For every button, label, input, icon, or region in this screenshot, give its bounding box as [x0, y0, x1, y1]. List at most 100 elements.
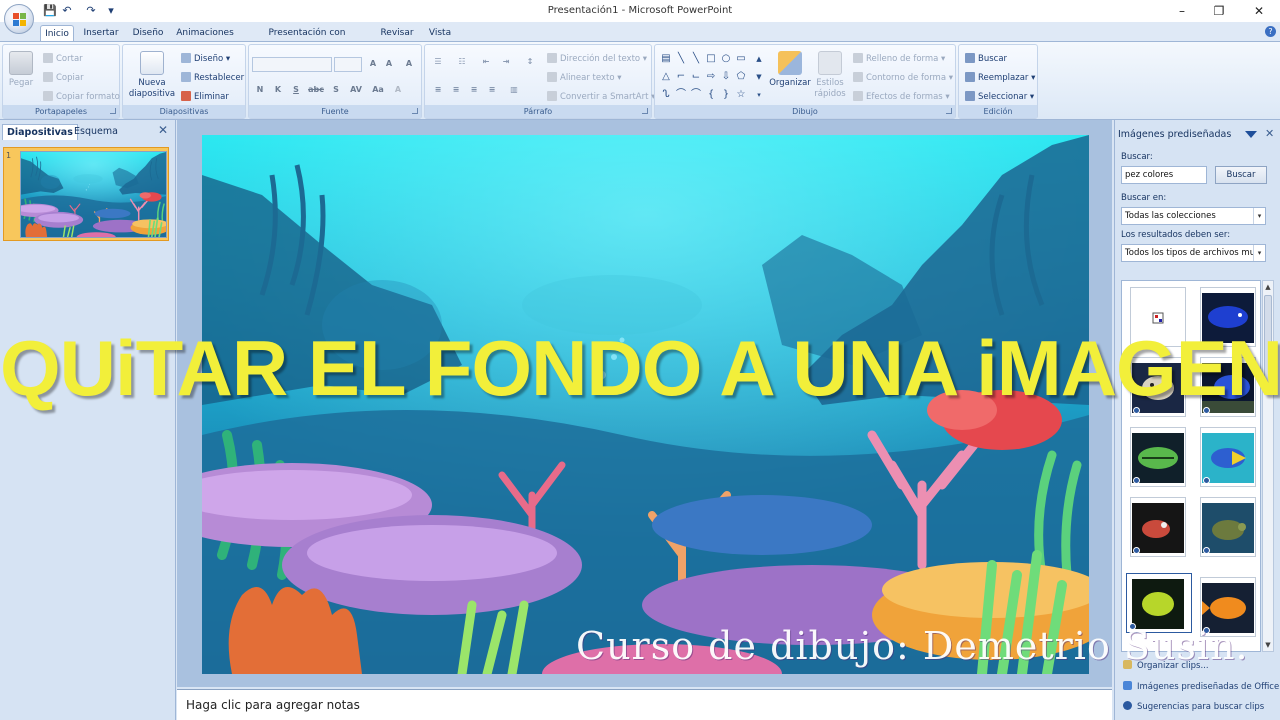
office-button[interactable] [4, 4, 34, 34]
underline-button[interactable]: S [289, 83, 303, 97]
oval-shape-icon[interactable]: ○ [720, 53, 732, 65]
rectangle-shape-icon[interactable]: □ [705, 53, 717, 65]
maximize-button[interactable]: ❐ [1201, 2, 1237, 20]
dropdown-arrow-icon[interactable]: ▾ [1253, 208, 1265, 224]
clear-format-button[interactable]: A [402, 57, 416, 71]
triangle-shape-icon[interactable]: △ [660, 71, 672, 83]
numbering-button[interactable]: ☷ [453, 55, 471, 69]
clip-result-yellow-tang[interactable] [1200, 427, 1256, 487]
freeform-shape-icon[interactable]: ᔐ [660, 89, 672, 101]
slide-thumbnail[interactable]: 1 [3, 147, 169, 241]
dialog-launcher-icon[interactable] [110, 108, 116, 114]
quick-styles-button[interactable]: Estilos rápidos [811, 51, 849, 100]
layout-button[interactable]: Diseño ▾ [181, 53, 230, 64]
dialog-launcher-icon[interactable] [642, 108, 648, 114]
align-right-button[interactable]: ≡ [465, 83, 483, 97]
arrange-button[interactable]: Organizar [769, 51, 811, 89]
tab-inicio[interactable]: Inicio [40, 25, 74, 42]
office-online-link[interactable]: Imágenes prediseñadas de Office On [1123, 681, 1280, 692]
shape-effects-button[interactable]: Efectos de formas ▾ [853, 91, 950, 102]
tab-vista[interactable]: Vista [424, 25, 456, 42]
text-direction-button[interactable]: Dirección del texto ▾ [547, 53, 647, 64]
close-icon[interactable]: ✕ [158, 123, 168, 137]
dialog-launcher-icon[interactable] [946, 108, 952, 114]
results-type-select[interactable]: Todos los tipos de archivos multir ▾ [1121, 244, 1266, 262]
find-button[interactable]: Buscar [965, 53, 1007, 64]
gallery-up-icon[interactable]: ▲ [753, 53, 765, 65]
line-shape-icon[interactable]: ╲ [690, 53, 702, 65]
cut-button[interactable]: Cortar [43, 53, 83, 64]
search-button[interactable]: Buscar [1215, 166, 1267, 184]
tab-revisar[interactable]: Revisar [378, 25, 416, 42]
line-shape-icon[interactable]: ╲ [675, 53, 687, 65]
textbox-shape-icon[interactable]: ▤ [660, 53, 672, 65]
chevron-down-icon[interactable] [1245, 131, 1257, 138]
tab-animaciones[interactable]: Animaciones [174, 25, 236, 42]
select-button[interactable]: Seleccionar ▾ [965, 91, 1034, 102]
shrink-font-button[interactable]: A [382, 57, 396, 71]
align-center-button[interactable]: ≡ [447, 83, 465, 97]
tab-insertar[interactable]: Insertar [80, 25, 122, 42]
dialog-launcher-icon[interactable] [412, 108, 418, 114]
reset-button[interactable]: Restablecer [181, 72, 244, 83]
search-tips-link[interactable]: Sugerencias para buscar clips [1123, 701, 1264, 712]
align-left-button[interactable]: ≡ [429, 83, 447, 97]
close-icon[interactable]: ✕ [1265, 127, 1274, 140]
char-spacing-button[interactable]: AV [347, 83, 365, 97]
tab-diseno[interactable]: Diseño [128, 25, 168, 42]
font-size-combo[interactable] [334, 57, 362, 72]
clip-result-turtle[interactable] [1200, 497, 1256, 557]
pentagon-shape-icon[interactable]: ⬠ [735, 71, 747, 83]
rounded-rect-shape-icon[interactable]: ▭ [735, 53, 747, 65]
tab-esquema[interactable]: Esquema [70, 124, 122, 140]
tab-diapositivas[interactable]: Diapositivas [2, 124, 78, 140]
change-case-button[interactable]: Aa [369, 83, 387, 97]
right-arrow-shape-icon[interactable]: ⇨ [705, 71, 717, 83]
connector-shape-icon[interactable]: ⌙ [690, 71, 702, 83]
bullets-button[interactable]: ☰ [429, 55, 447, 69]
grow-font-button[interactable]: A [366, 57, 380, 71]
replace-button[interactable]: Reemplazar ▾ [965, 72, 1035, 83]
gallery-down-icon[interactable]: ▼ [753, 71, 765, 83]
search-in-select[interactable]: Todas las colecciones ▾ [1121, 207, 1266, 225]
italic-button[interactable]: K [271, 83, 285, 97]
minimize-button[interactable]: – [1164, 2, 1200, 20]
tab-presentacion[interactable]: Presentación con diapositivas [242, 25, 372, 55]
arc-shape-icon[interactable]: ⌒ [690, 89, 702, 101]
copy-button[interactable]: Copiar [43, 72, 84, 83]
decrease-indent-button[interactable]: ⇤ [477, 55, 495, 69]
line-spacing-button[interactable]: ↕ [521, 55, 539, 69]
shadow-button[interactable]: S [329, 83, 343, 97]
clip-result-green-fish[interactable] [1130, 427, 1186, 487]
shape-outline-button[interactable]: Contorno de forma ▾ [853, 72, 953, 83]
align-text-button[interactable]: Alinear texto ▾ [547, 72, 622, 83]
bold-button[interactable]: N [253, 83, 267, 97]
dropdown-arrow-icon[interactable]: ▾ [1253, 245, 1265, 261]
delete-slide-button[interactable]: Eliminar [181, 91, 229, 102]
notes-pane[interactable]: Haga clic para agregar notas [177, 689, 1112, 720]
clip-result-red-fish[interactable] [1130, 497, 1186, 557]
curve-shape-icon[interactable]: ⌒ [675, 89, 687, 101]
font-family-combo[interactable] [252, 57, 332, 72]
shape-fill-button[interactable]: Relleno de forma ▾ [853, 53, 945, 64]
close-button[interactable]: ✕ [1241, 2, 1277, 20]
brace-shape-icon[interactable]: } [720, 89, 732, 101]
columns-button[interactable]: ▥ [505, 83, 523, 97]
justify-button[interactable]: ≡ [483, 83, 501, 97]
down-arrow-shape-icon[interactable]: ⇩ [720, 71, 732, 83]
smartart-button[interactable]: Convertir a SmartArt ▾ [547, 91, 655, 102]
strike-button[interactable]: abc [307, 83, 325, 97]
scroll-up-icon[interactable]: ▲ [1263, 281, 1273, 293]
gallery-more-icon[interactable]: ▾ [753, 89, 765, 101]
format-painter-button[interactable]: Copiar formato [43, 91, 120, 102]
scroll-down-icon[interactable]: ▼ [1263, 639, 1273, 651]
connector-shape-icon[interactable]: ⌐ [675, 71, 687, 83]
search-input[interactable]: pez colores [1121, 166, 1207, 184]
help-icon[interactable]: ? [1265, 26, 1276, 37]
star-shape-icon[interactable]: ☆ [735, 89, 747, 101]
new-slide-button[interactable]: Nueva diapositiva [126, 51, 178, 100]
font-color-button[interactable]: A [391, 83, 405, 97]
brace-shape-icon[interactable]: { [705, 89, 717, 101]
increase-indent-button[interactable]: ⇥ [497, 55, 515, 69]
paste-button[interactable]: Pegar [6, 51, 36, 89]
